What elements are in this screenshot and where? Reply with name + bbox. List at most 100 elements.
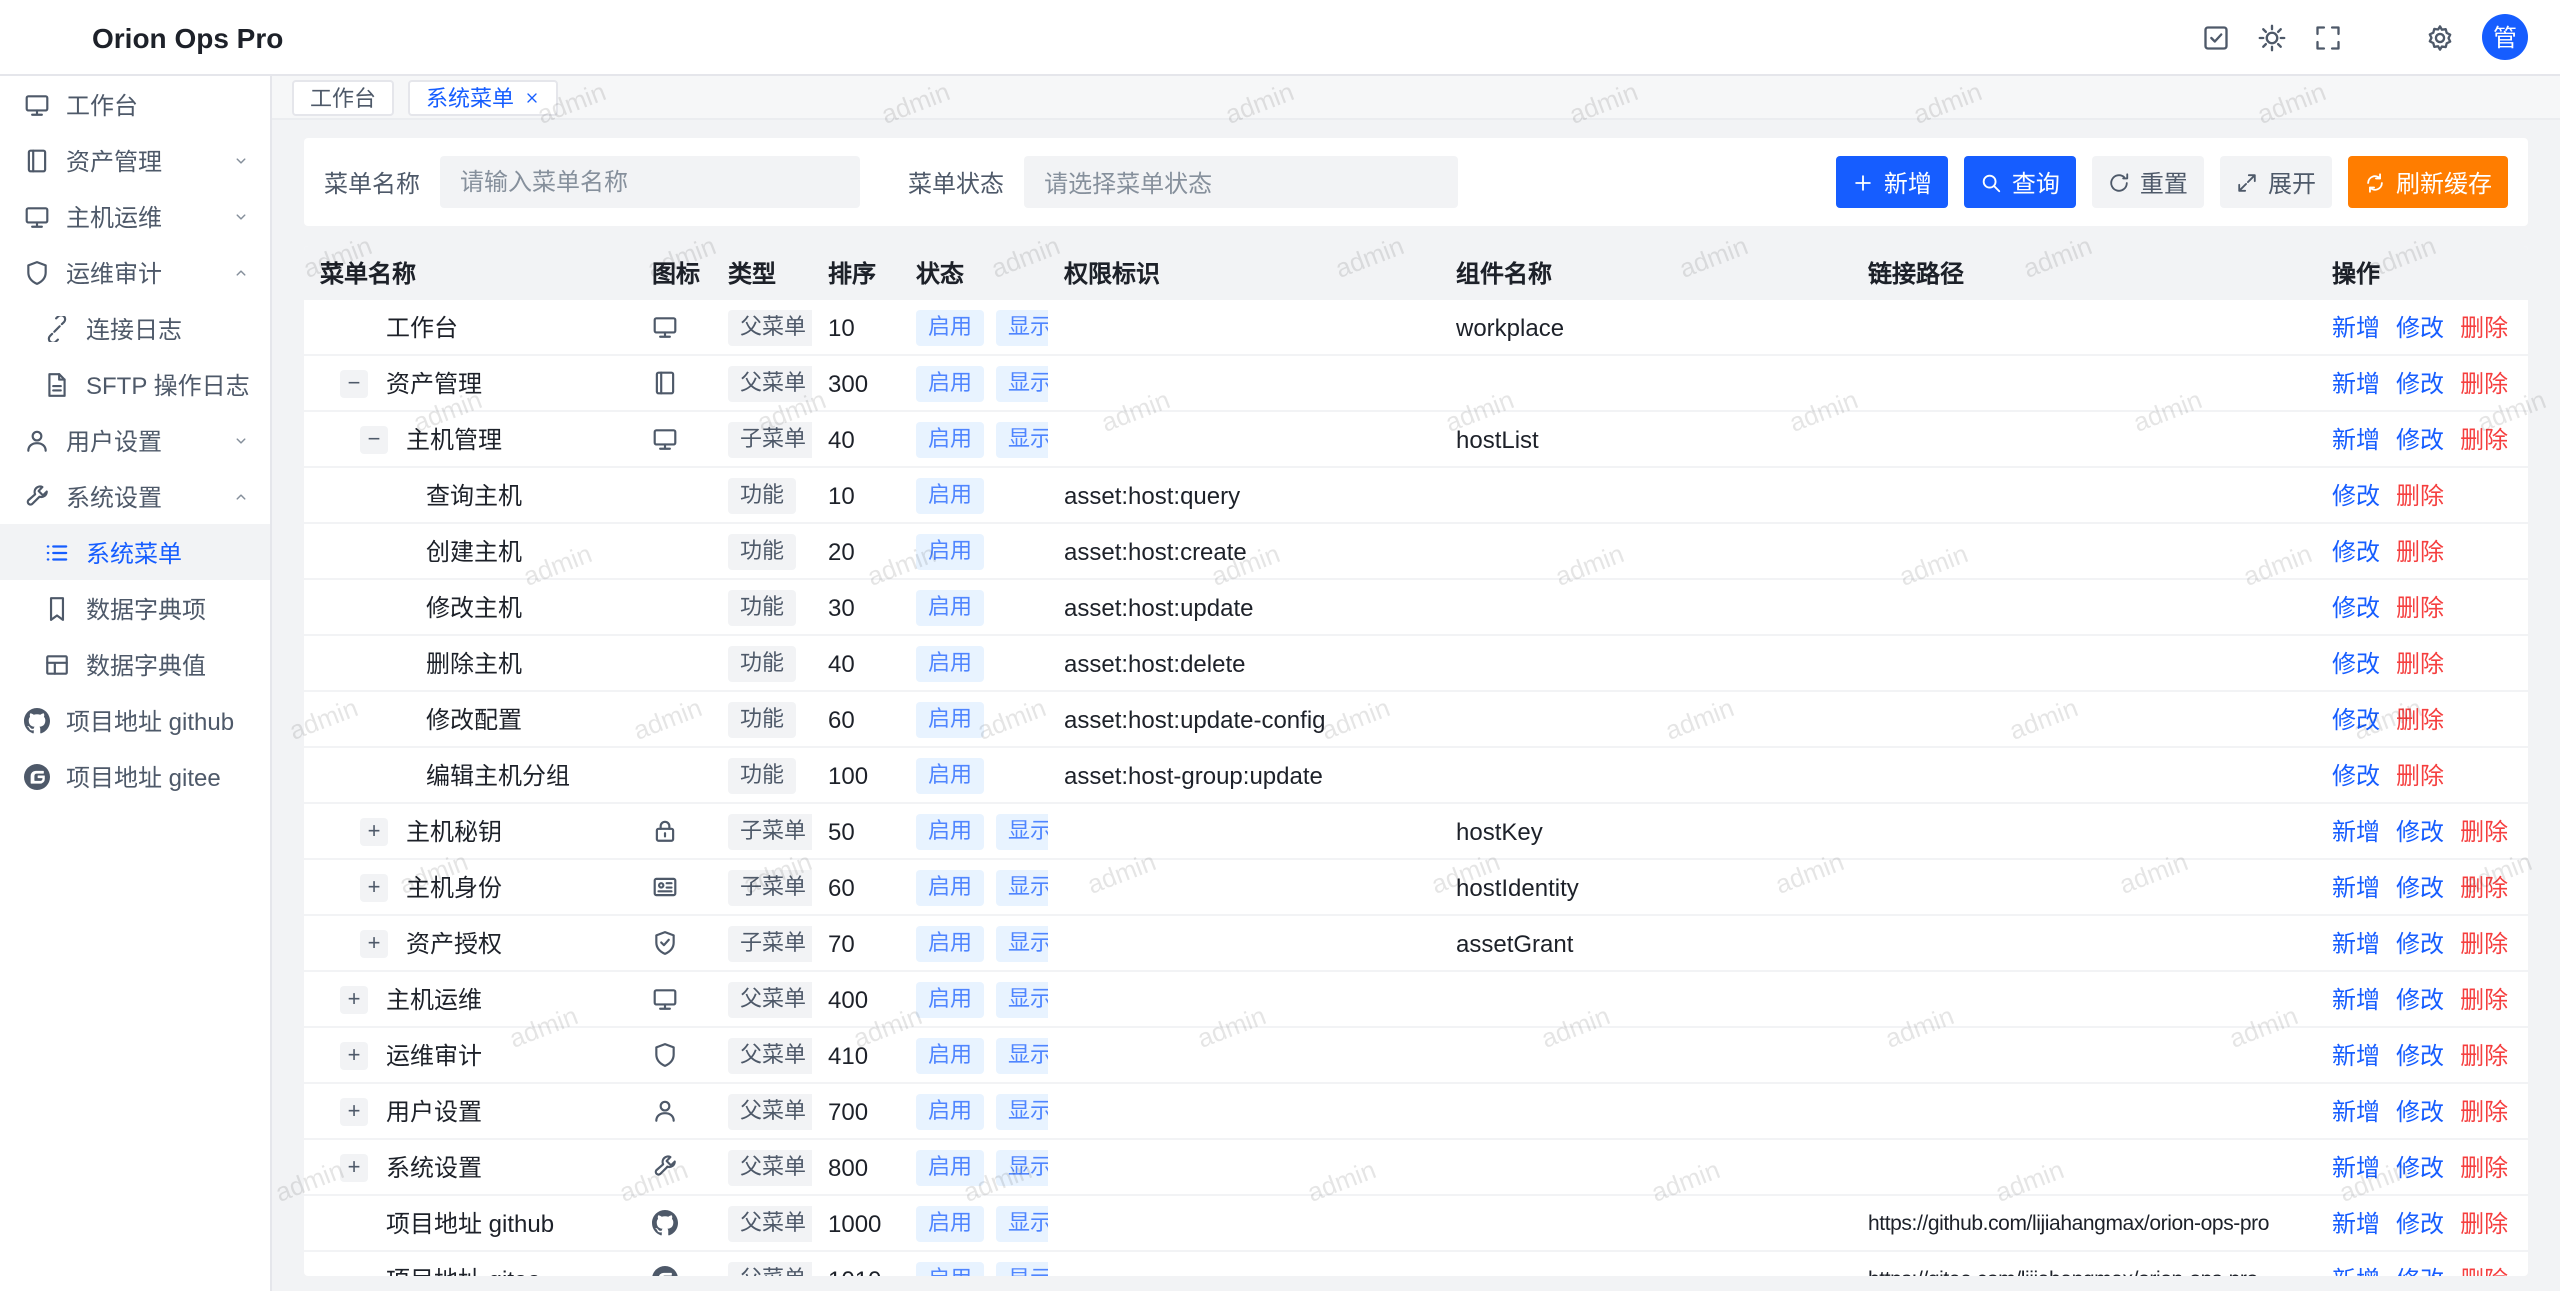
expand-button[interactable]: 展开 (2220, 156, 2332, 208)
sidebar-item[interactable]: 数据字典值 (0, 636, 270, 692)
row-add-link[interactable]: 新增 (2332, 1038, 2380, 1072)
row-delete-link[interactable]: 删除 (2460, 1150, 2508, 1184)
row-add-link[interactable]: 新增 (2332, 1206, 2380, 1240)
row-add-link[interactable]: 新增 (2332, 870, 2380, 904)
status-tag: 显示 (996, 925, 1048, 961)
row-edit-link[interactable]: 修改 (2396, 1094, 2444, 1128)
component-cell: hostKey (1440, 804, 1852, 858)
row-delete-link[interactable]: 删除 (2460, 310, 2508, 344)
query-button[interactable]: 查询 (1964, 156, 2076, 208)
tree-expander-minus[interactable]: − (360, 425, 388, 453)
table-row: 项目地址 github父菜单1000启用显示https://github.com… (304, 1196, 2528, 1252)
row-edit-link[interactable]: 修改 (2396, 870, 2444, 904)
row-delete-link[interactable]: 删除 (2460, 1206, 2508, 1240)
row-delete-link[interactable]: 删除 (2460, 1038, 2508, 1072)
row-add-link[interactable]: 新增 (2332, 926, 2380, 960)
chevron-up-icon (232, 263, 250, 281)
tree-expander-plus[interactable]: + (360, 873, 388, 901)
status-tag: 显示 (996, 1261, 1048, 1275)
tree-expander-minus[interactable]: − (340, 369, 368, 397)
collapse-sidebar-button[interactable] (228, 1251, 254, 1277)
sidebar-item[interactable]: 主机运维 (0, 188, 270, 244)
sidebar-item[interactable]: 项目地址 github (0, 692, 270, 748)
row-add-link[interactable]: 新增 (2332, 982, 2380, 1016)
close-icon[interactable] (524, 89, 540, 105)
row-add-link[interactable]: 新增 (2332, 1150, 2380, 1184)
row-edit-link[interactable]: 修改 (2396, 366, 2444, 400)
reset-button[interactable]: 重置 (2092, 156, 2204, 208)
row-edit-link[interactable]: 修改 (2332, 478, 2380, 512)
refresh-icon[interactable] (2370, 23, 2398, 51)
tab-item[interactable]: 工作台 (292, 79, 394, 115)
sidebar-item[interactable]: 资产管理 (0, 132, 270, 188)
menu-order-cell: 800 (812, 1140, 900, 1194)
row-delete-link[interactable]: 删除 (2396, 758, 2444, 792)
row-edit-link[interactable]: 修改 (2396, 310, 2444, 344)
row-edit-link[interactable]: 修改 (2396, 1206, 2444, 1240)
row-edit-link[interactable]: 修改 (2332, 758, 2380, 792)
row-add-link[interactable]: 新增 (2332, 366, 2380, 400)
row-edit-link[interactable]: 修改 (2396, 926, 2444, 960)
row-edit-link[interactable]: 修改 (2396, 1150, 2444, 1184)
component-cell (1440, 636, 1852, 690)
status-tag: 启用 (916, 981, 984, 1017)
checklist-icon[interactable] (2202, 23, 2230, 51)
component-cell (1440, 580, 1852, 634)
sun-icon[interactable] (2258, 23, 2286, 51)
row-delete-link[interactable]: 删除 (2396, 646, 2444, 680)
sidebar-item[interactable]: 连接日志 (0, 300, 270, 356)
row-edit-link[interactable]: 修改 (2332, 702, 2380, 736)
gear-icon[interactable] (2426, 23, 2454, 51)
row-delete-link[interactable]: 删除 (2460, 1094, 2508, 1128)
tab-active[interactable]: 系统菜单 (408, 79, 558, 115)
tree-expander-plus[interactable]: + (340, 1153, 368, 1181)
row-edit-link[interactable]: 修改 (2396, 982, 2444, 1016)
row-delete-link[interactable]: 删除 (2460, 366, 2508, 400)
menu-status-cell: 启用显示 (900, 972, 1048, 1026)
row-delete-link[interactable]: 删除 (2460, 814, 2508, 848)
row-add-link[interactable]: 新增 (2332, 814, 2380, 848)
sidebar-item[interactable]: SFTP 操作日志 (0, 356, 270, 412)
tree-expander-plus[interactable]: + (360, 817, 388, 845)
tree-expander-plus[interactable]: + (340, 1041, 368, 1069)
refresh-cache-button[interactable]: 刷新缓存 (2348, 156, 2508, 208)
row-edit-link[interactable]: 修改 (2332, 590, 2380, 624)
row-delete-link[interactable]: 删除 (2460, 870, 2508, 904)
row-add-link[interactable]: 新增 (2332, 1262, 2380, 1275)
tree-expander-plus[interactable]: + (340, 985, 368, 1013)
row-delete-link[interactable]: 删除 (2460, 926, 2508, 960)
row-delete-link[interactable]: 删除 (2396, 478, 2444, 512)
fullscreen-icon[interactable] (2314, 23, 2342, 51)
sidebar-item[interactable]: 系统菜单 (0, 524, 270, 580)
tree-expander-plus[interactable]: + (360, 929, 388, 957)
user-avatar[interactable]: 管 (2482, 14, 2528, 60)
row-delete-link[interactable]: 删除 (2396, 534, 2444, 568)
row-delete-link[interactable]: 删除 (2396, 702, 2444, 736)
menu-name-input[interactable] (440, 156, 860, 208)
sidebar-item[interactable]: 用户设置 (0, 412, 270, 468)
row-edit-link[interactable]: 修改 (2396, 422, 2444, 456)
sidebar-item[interactable]: 项目地址 gitee (0, 748, 270, 804)
row-edit-link[interactable]: 修改 (2332, 646, 2380, 680)
row-edit-link[interactable]: 修改 (2396, 1038, 2444, 1072)
row-delete-link[interactable]: 删除 (2460, 1262, 2508, 1275)
tree-expander-plus[interactable]: + (340, 1097, 368, 1125)
row-edit-link[interactable]: 修改 (2396, 1262, 2444, 1275)
row-delete-link[interactable]: 删除 (2460, 982, 2508, 1016)
add-button[interactable]: 新增 (1836, 156, 1948, 208)
component-cell: hostIdentity (1440, 860, 1852, 914)
row-edit-link[interactable]: 修改 (2332, 534, 2380, 568)
row-add-link[interactable]: 新增 (2332, 422, 2380, 456)
row-add-link[interactable]: 新增 (2332, 310, 2380, 344)
row-delete-link[interactable]: 删除 (2460, 422, 2508, 456)
row-edit-link[interactable]: 修改 (2396, 814, 2444, 848)
status-tag: 显示 (996, 1037, 1048, 1073)
sidebar-item[interactable]: 数据字典项 (0, 580, 270, 636)
sidebar-item[interactable]: 运维审计 (0, 244, 270, 300)
sidebar-item[interactable]: 工作台 (0, 76, 270, 132)
menu-status-select[interactable]: 请选择菜单状态 (1024, 156, 1458, 208)
table-row: 修改配置功能60启用asset:host:update-config修改删除 (304, 692, 2528, 748)
sidebar-item[interactable]: 系统设置 (0, 468, 270, 524)
row-delete-link[interactable]: 删除 (2396, 590, 2444, 624)
row-add-link[interactable]: 新增 (2332, 1094, 2380, 1128)
